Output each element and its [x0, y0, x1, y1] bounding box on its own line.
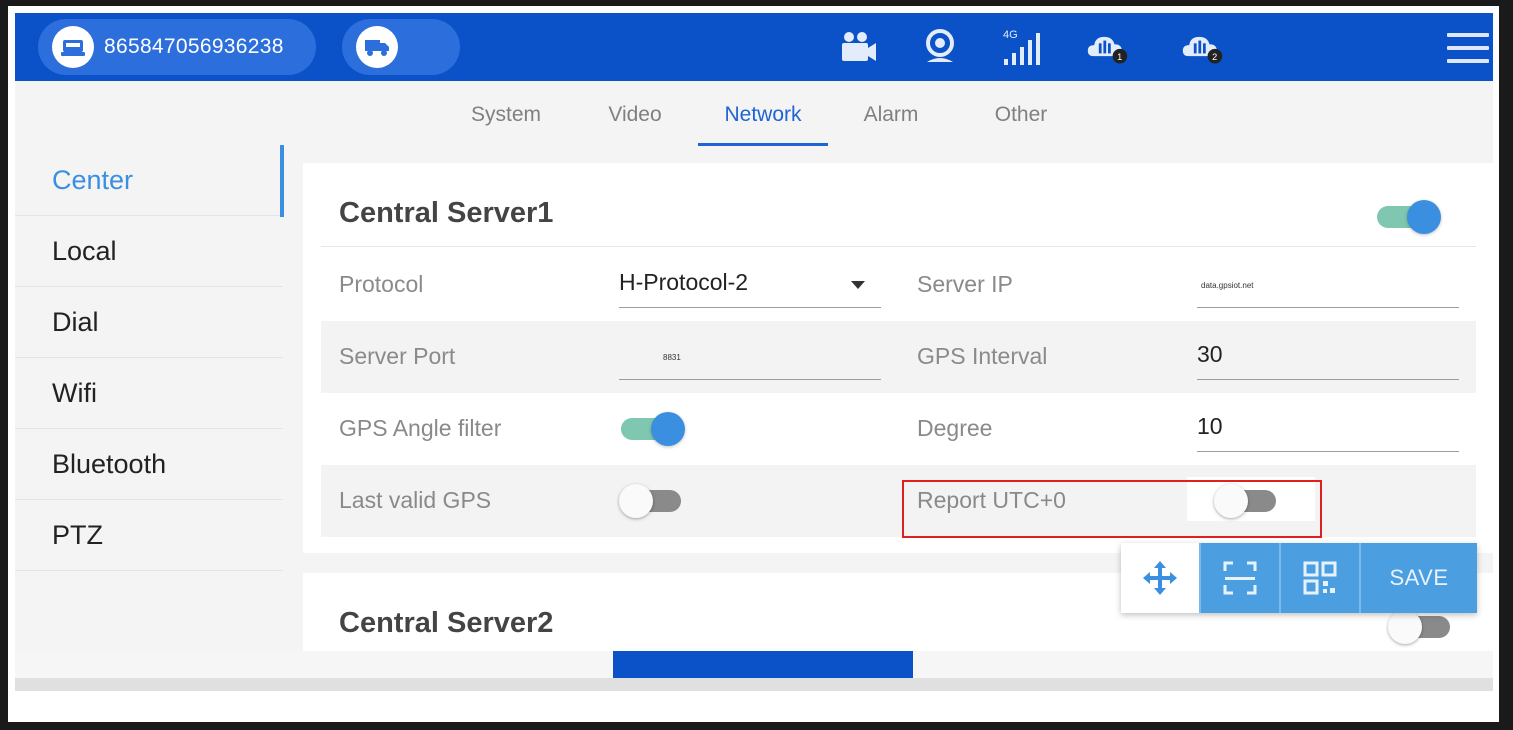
- degree-underline: [1197, 451, 1459, 452]
- server-port-input[interactable]: 8831: [663, 353, 681, 362]
- device-id-pill[interactable]: 865847056936238: [38, 19, 316, 75]
- card-title: Central Server2: [339, 607, 554, 639]
- protocol-label: Protocol: [339, 271, 424, 297]
- server-port-underline: [619, 379, 881, 380]
- gps-interval-underline: [1197, 379, 1459, 380]
- app-window: 865847056936238 4G 1 2 System Video Netw…: [15, 13, 1493, 691]
- webcam-icon[interactable]: [918, 27, 962, 67]
- signal-4g-icon: 4G: [1000, 27, 1044, 67]
- protocol-select[interactable]: H-Protocol-2: [619, 269, 748, 296]
- qr-code-icon[interactable]: [1279, 543, 1359, 613]
- last-valid-gps-label: Last valid GPS: [339, 487, 492, 513]
- video-camera-icon[interactable]: [836, 27, 880, 67]
- sidebar-item-ptz[interactable]: PTZ: [15, 500, 283, 571]
- cloud-server-2-icon[interactable]: 2: [1181, 27, 1225, 67]
- sidebar-item-dial[interactable]: Dial: [15, 287, 283, 358]
- bottom-shadow: [15, 678, 1493, 691]
- degree-input[interactable]: 10: [1197, 413, 1223, 440]
- cloud-server-1-icon[interactable]: 1: [1086, 27, 1130, 67]
- server-ip-label: Server IP: [917, 271, 1013, 297]
- truck-icon: [356, 26, 398, 68]
- sidebar-item-center[interactable]: Center: [15, 145, 283, 216]
- gps-interval-label: GPS Interval: [917, 343, 1048, 369]
- tab-other[interactable]: Other: [981, 103, 1061, 143]
- save-button[interactable]: SAVE: [1359, 543, 1477, 613]
- sidebar: Center Local Dial Wifi Bluetooth PTZ: [15, 145, 283, 691]
- device-icon: [52, 26, 94, 68]
- settings-tabs: System Video Network Alarm Other: [15, 81, 1493, 146]
- divider: [321, 246, 1476, 247]
- gps-angle-label: GPS Angle filter: [339, 415, 502, 441]
- sidebar-item-wifi[interactable]: Wifi: [15, 358, 283, 429]
- svg-text:1: 1: [1117, 52, 1122, 62]
- server2-enable-toggle[interactable]: [1388, 608, 1454, 644]
- tab-video[interactable]: Video: [595, 103, 675, 143]
- sidebar-active-indicator: [280, 145, 284, 217]
- sidebar-item-local[interactable]: Local: [15, 216, 283, 287]
- tab-system[interactable]: System: [461, 103, 551, 143]
- top-bar: 865847056936238 4G 1 2: [15, 13, 1493, 81]
- server-ip-input[interactable]: data.gpsiot.net: [1201, 281, 1253, 290]
- gps-angle-toggle[interactable]: [619, 410, 685, 446]
- hamburger-menu-icon[interactable]: [1447, 33, 1489, 63]
- floating-toolbar: SAVE: [1121, 543, 1477, 613]
- row-gps-angle: GPS Angle filter Degree 10: [321, 393, 1476, 465]
- card-title: Central Server1: [339, 197, 554, 229]
- tab-alarm[interactable]: Alarm: [851, 103, 931, 143]
- row-server-port: Server Port 8831 GPS Interval 30: [321, 321, 1476, 393]
- server-port-label: Server Port: [339, 343, 456, 369]
- server1-enable-toggle[interactable]: [1375, 198, 1441, 234]
- chevron-down-icon[interactable]: [851, 281, 865, 289]
- gps-interval-input[interactable]: 30: [1197, 341, 1223, 368]
- row-protocol: Protocol H-Protocol-2 Server IP data.gps…: [321, 249, 1476, 321]
- tab-network[interactable]: Network: [698, 103, 828, 146]
- device-id: 865847056936238: [104, 35, 284, 58]
- move-icon[interactable]: [1121, 543, 1199, 613]
- degree-label: Degree: [917, 415, 993, 441]
- vehicle-pill[interactable]: [342, 19, 460, 75]
- protocol-underline: [619, 307, 881, 308]
- svg-text:2: 2: [1212, 52, 1217, 62]
- highlight-box: [902, 480, 1322, 538]
- sidebar-item-bluetooth[interactable]: Bluetooth: [15, 429, 283, 500]
- server-ip-underline: [1197, 307, 1459, 308]
- svg-text:4G: 4G: [1003, 29, 1018, 41]
- last-valid-gps-toggle[interactable]: [619, 482, 685, 518]
- scan-icon[interactable]: [1199, 543, 1279, 613]
